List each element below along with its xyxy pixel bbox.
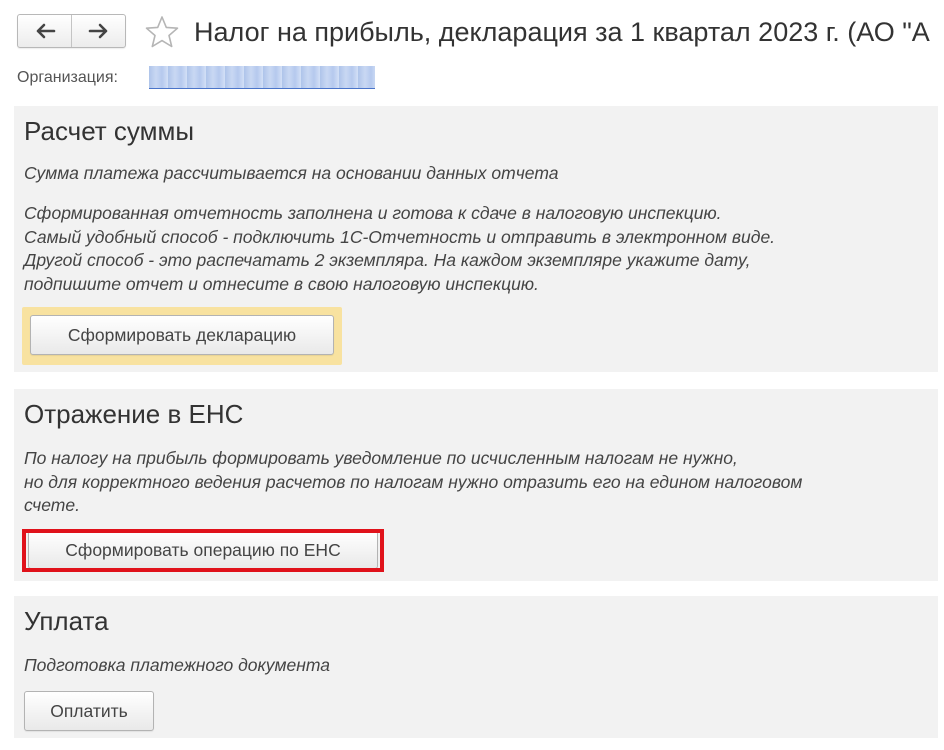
arrow-right-icon (88, 23, 107, 39)
section-ens-title: Отражение в ЕНС (24, 399, 244, 429)
forward-button[interactable] (71, 15, 125, 47)
section-calculation-line: Другой способ - это распечатать 2 экземп… (24, 250, 751, 270)
section-ens: Отражение в ЕНС По налогу на прибыль фор… (14, 389, 938, 581)
section-payment-subtitle: Подготовка платежного документа (24, 655, 331, 675)
section-calculation-subtitle: Сумма платежа рассчитывается на основани… (24, 163, 559, 183)
arrow-left-icon (36, 23, 55, 39)
section-ens-line: но для корректного ведения расчетов по н… (24, 471, 803, 492)
window-header: Налог на прибыль, декларация за 1 кварта… (0, 0, 944, 62)
star-outline-icon[interactable] (144, 14, 180, 50)
pay-button[interactable]: Оплатить (24, 691, 154, 731)
page-title: Налог на прибыль, декларация за 1 кварта… (194, 17, 930, 47)
section-ens-line: счете. (24, 495, 80, 515)
section-calculation-line: подпишите отчет и отнесите в свою налого… (24, 273, 539, 294)
button-highlight-red (22, 529, 384, 572)
organization-label: Организация: (17, 69, 118, 86)
section-payment: Уплата Подготовка платежного документа О… (14, 596, 938, 738)
navigation-buttons (17, 14, 126, 48)
section-calculation-title: Расчет суммы (24, 116, 195, 146)
generate-declaration-button[interactable]: Сформировать декларацию (30, 315, 334, 355)
section-ens-line: По налогу на прибыль формировать уведомл… (24, 448, 738, 468)
section-calculation: Расчет суммы Сумма платежа рассчитываетс… (14, 106, 938, 372)
section-calculation-line: Сформированная отчетность заполнена и го… (24, 203, 722, 223)
section-calculation-line: Самый удобный способ - подключить 1С-Отч… (24, 226, 776, 247)
section-payment-title: Уплата (24, 606, 109, 636)
organization-field[interactable] (149, 66, 375, 89)
back-button[interactable] (18, 15, 71, 47)
